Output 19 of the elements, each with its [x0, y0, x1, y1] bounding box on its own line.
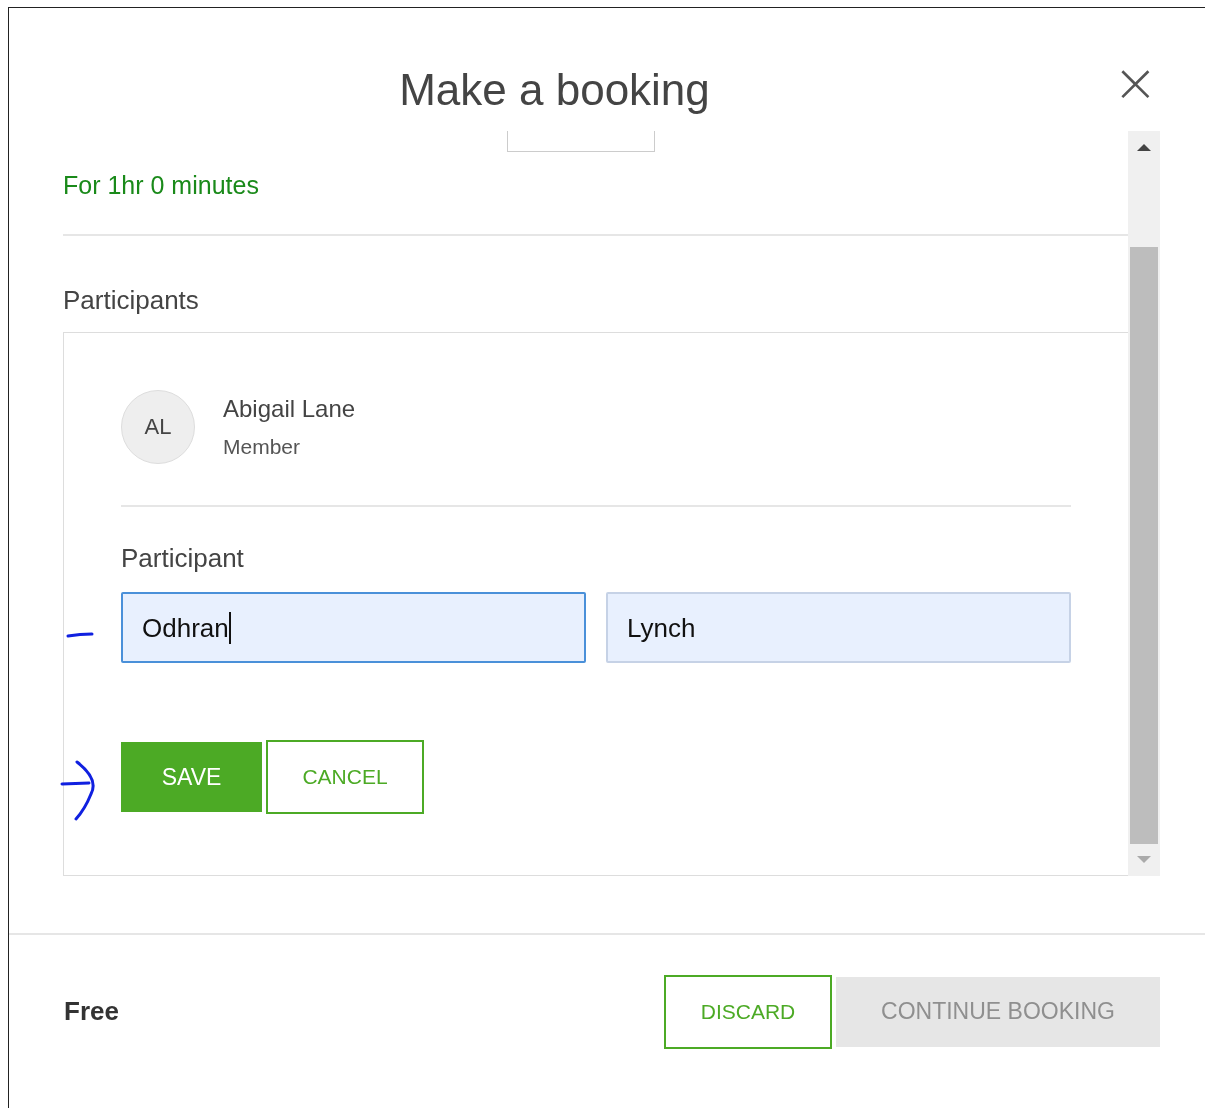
up-arrow-icon[interactable]: [1136, 142, 1152, 152]
scrollbar-track[interactable]: [1128, 131, 1160, 876]
duration-text: For 1hr 0 minutes: [63, 170, 260, 201]
save-button[interactable]: SAVE: [121, 742, 262, 812]
pen-dash-drawing: [65, 630, 95, 640]
dialog-title: Make a booking: [399, 64, 710, 116]
field-label: Participant: [121, 543, 245, 574]
input-field[interactable]: Odhran: [121, 592, 586, 663]
scrollbar-thumb[interactable]: [1130, 247, 1158, 844]
input-field[interactable]: Lynch: [606, 592, 1071, 663]
close-button[interactable]: ×: [1110, 58, 1160, 108]
participant-role: Member: [223, 435, 302, 459]
cancel-button[interactable]: CANCEL: [266, 740, 424, 814]
price-text: Free: [64, 996, 119, 1027]
down-arrow-icon[interactable]: [1136, 855, 1152, 865]
avatar: AL: [121, 390, 195, 464]
participant-name: Abigail Lane: [223, 395, 356, 423]
discard-button[interactable]: DISCARD: [664, 974, 832, 1049]
section-heading: Participants: [63, 284, 200, 317]
